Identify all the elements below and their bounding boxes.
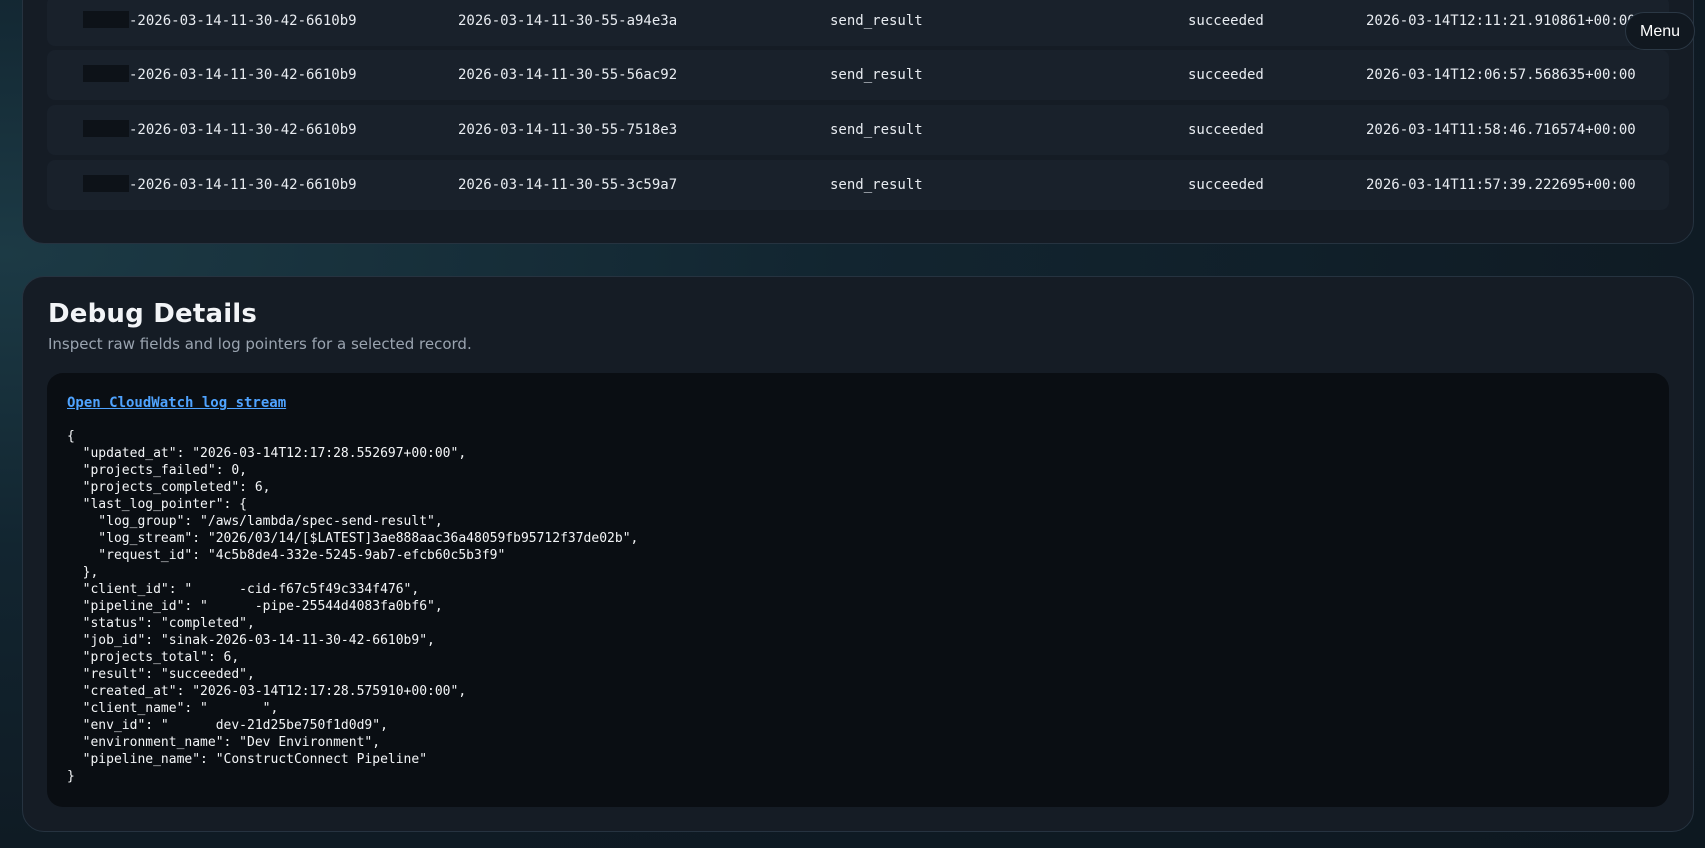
job-id-text: -2026-03-14-11-30-42-6610b9 — [129, 13, 357, 29]
redaction-block — [83, 120, 129, 137]
job-id-cell: -2026-03-14-11-30-42-6610b9 — [83, 160, 357, 210]
json-line: "projects_total": 6, — [67, 650, 240, 665]
json-line: { — [67, 429, 75, 444]
debug-title: Debug Details — [48, 299, 258, 329]
json-line: "log_stream": "2026/03/14/[$LATEST]3ae88… — [67, 531, 639, 546]
step-cell: send_result — [830, 177, 923, 193]
timestamp-cell: 2026-03-14T11:58:46.716574+00:00 — [1366, 122, 1636, 138]
json-line: "env_id": " dev-21d25be750f1d0d9", — [67, 718, 388, 733]
timestamp-cell: 2026-03-14T12:06:57.568635+00:00 — [1366, 67, 1636, 83]
debug-json: { "updated_at": "2026-03-14T12:17:28.552… — [67, 428, 638, 785]
cloudwatch-log-link[interactable]: Open CloudWatch log stream — [67, 395, 286, 411]
table-row[interactable]: -2026-03-14-11-30-42-6610b9 2026-03-14-1… — [47, 50, 1669, 100]
json-line: "updated_at": "2026-03-14T12:17:28.55269… — [67, 446, 467, 461]
job-id-cell: -2026-03-14-11-30-42-6610b9 — [83, 0, 357, 46]
records-card: -2026-03-14-11-30-42-6610b9 2026-03-14-1… — [22, 0, 1694, 244]
json-line: "projects_failed": 0, — [67, 463, 248, 478]
json-line: "client_name": " ", — [67, 701, 279, 716]
json-line: "pipeline_id": " -pipe-25544d4083fa0bf6"… — [67, 599, 443, 614]
run-id-cell: 2026-03-14-11-30-55-56ac92 — [458, 67, 678, 83]
json-line: "environment_name": "Dev Environment", — [67, 735, 381, 750]
result-cell: succeeded — [1188, 177, 1264, 193]
json-line: "job_id": "sinak-2026-03-14-11-30-42-661… — [67, 633, 435, 648]
redaction-block — [83, 11, 129, 28]
json-line: "created_at": "2026-03-14T12:17:28.57591… — [67, 684, 467, 699]
json-line: "request_id": "4c5b8de4-332e-5245-9ab7-e… — [67, 548, 506, 563]
redaction-block — [83, 175, 129, 192]
menu-button[interactable]: Menu — [1625, 12, 1695, 50]
json-line: }, — [67, 565, 99, 580]
debug-subtitle: Inspect raw fields and log pointers for … — [48, 335, 472, 353]
json-line: "result": "succeeded", — [67, 667, 255, 682]
redaction-block — [83, 65, 129, 82]
table-row[interactable]: -2026-03-14-11-30-42-6610b9 2026-03-14-1… — [47, 0, 1669, 46]
job-id-cell: -2026-03-14-11-30-42-6610b9 — [83, 50, 357, 100]
timestamp-cell: 2026-03-14T12:11:21.910861+00:00 — [1366, 13, 1636, 29]
table-row[interactable]: -2026-03-14-11-30-42-6610b9 2026-03-14-1… — [47, 105, 1669, 155]
step-cell: send_result — [830, 13, 923, 29]
job-id-cell: -2026-03-14-11-30-42-6610b9 — [83, 105, 357, 155]
json-line: } — [67, 769, 75, 784]
json-line: "pipeline_name": "ConstructConnect Pipel… — [67, 752, 428, 767]
debug-details-card: Debug Details Inspect raw fields and log… — [22, 276, 1694, 832]
json-line: "client_id": " -cid-f67c5f49c334f476", — [67, 582, 420, 597]
job-id-text: -2026-03-14-11-30-42-6610b9 — [129, 177, 357, 193]
run-id-cell: 2026-03-14-11-30-55-a94e3a — [458, 13, 678, 29]
step-cell: send_result — [830, 122, 923, 138]
json-line: "last_log_pointer": { — [67, 497, 248, 512]
timestamp-cell: 2026-03-14T11:57:39.222695+00:00 — [1366, 177, 1636, 193]
result-cell: succeeded — [1188, 13, 1264, 29]
result-cell: succeeded — [1188, 67, 1264, 83]
json-line: "log_group": "/aws/lambda/spec-send-resu… — [67, 514, 443, 529]
run-id-cell: 2026-03-14-11-30-55-3c59a7 — [458, 177, 678, 193]
job-id-text: -2026-03-14-11-30-42-6610b9 — [129, 122, 357, 138]
run-id-cell: 2026-03-14-11-30-55-7518e3 — [458, 122, 678, 138]
json-line: "projects_completed": 6, — [67, 480, 271, 495]
step-cell: send_result — [830, 67, 923, 83]
json-line: "status": "completed", — [67, 616, 255, 631]
job-id-text: -2026-03-14-11-30-42-6610b9 — [129, 67, 357, 83]
table-row[interactable]: -2026-03-14-11-30-42-6610b9 2026-03-14-1… — [47, 160, 1669, 210]
result-cell: succeeded — [1188, 122, 1264, 138]
